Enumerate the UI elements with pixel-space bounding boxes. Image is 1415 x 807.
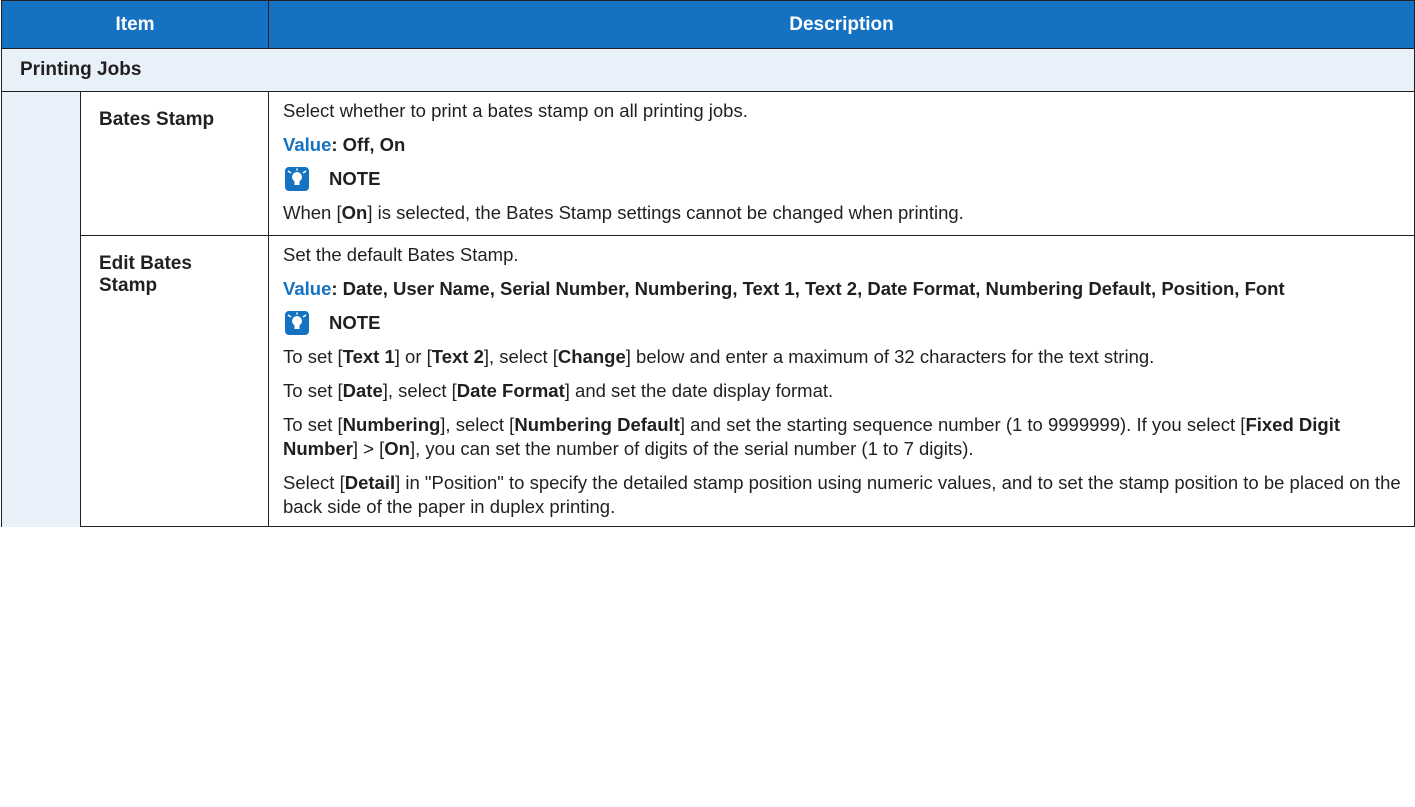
value-line: Value: Date, User Name, Serial Number, N… <box>283 277 1402 301</box>
value-key: Value <box>283 278 332 299</box>
item-description: Select whether to print a bates stamp on… <box>268 91 1415 236</box>
note-label: NOTE <box>329 312 381 333</box>
value-text: : Date, User Name, Serial Number, Number… <box>331 278 1285 299</box>
note-text: To set [Text 1] or [Text 2], select [Cha… <box>283 346 1155 367</box>
note-heading: NOTE <box>283 311 1402 335</box>
header-description: Description <box>268 0 1415 49</box>
note-text: When [On] is selected, the Bates Stamp s… <box>283 202 964 223</box>
note-text: To set [Numbering], select [Numbering De… <box>283 414 1340 459</box>
note-lightbulb-icon <box>285 167 310 191</box>
value-text: : Off, On <box>331 134 406 155</box>
header-item: Item <box>0 0 270 49</box>
description-text: Set the default Bates Stamp. <box>283 244 519 265</box>
note-text: Select [Detail] in "Position" to specify… <box>283 472 1401 517</box>
item-name: Edit Bates Stamp <box>79 235 270 527</box>
settings-table: Item Description Printing Jobs Bates Sta… <box>0 0 1415 527</box>
table-row: Bates Stamp Select whether to print a ba… <box>1 91 1415 527</box>
item-description: Set the default Bates Stamp. Value: Date… <box>268 235 1415 527</box>
table-row: Edit Bates Stamp Set the default Bates S… <box>2 235 1415 527</box>
note-lightbulb-icon <box>285 311 310 335</box>
value-line: Value: Off, On <box>283 133 1402 157</box>
note-heading: NOTE <box>283 167 1402 191</box>
value-key: Value <box>283 134 332 155</box>
description-text: Select whether to print a bates stamp on… <box>283 100 748 121</box>
note-label: NOTE <box>329 168 381 189</box>
item-name: Bates Stamp <box>79 91 270 236</box>
section-title: Printing Jobs <box>0 48 1415 92</box>
table-header-row: Item Description <box>0 0 1415 49</box>
note-text: To set [Date], select [Date Format] and … <box>283 380 834 401</box>
section-row: Printing Jobs <box>0 48 1415 92</box>
section-indent <box>1 91 81 527</box>
